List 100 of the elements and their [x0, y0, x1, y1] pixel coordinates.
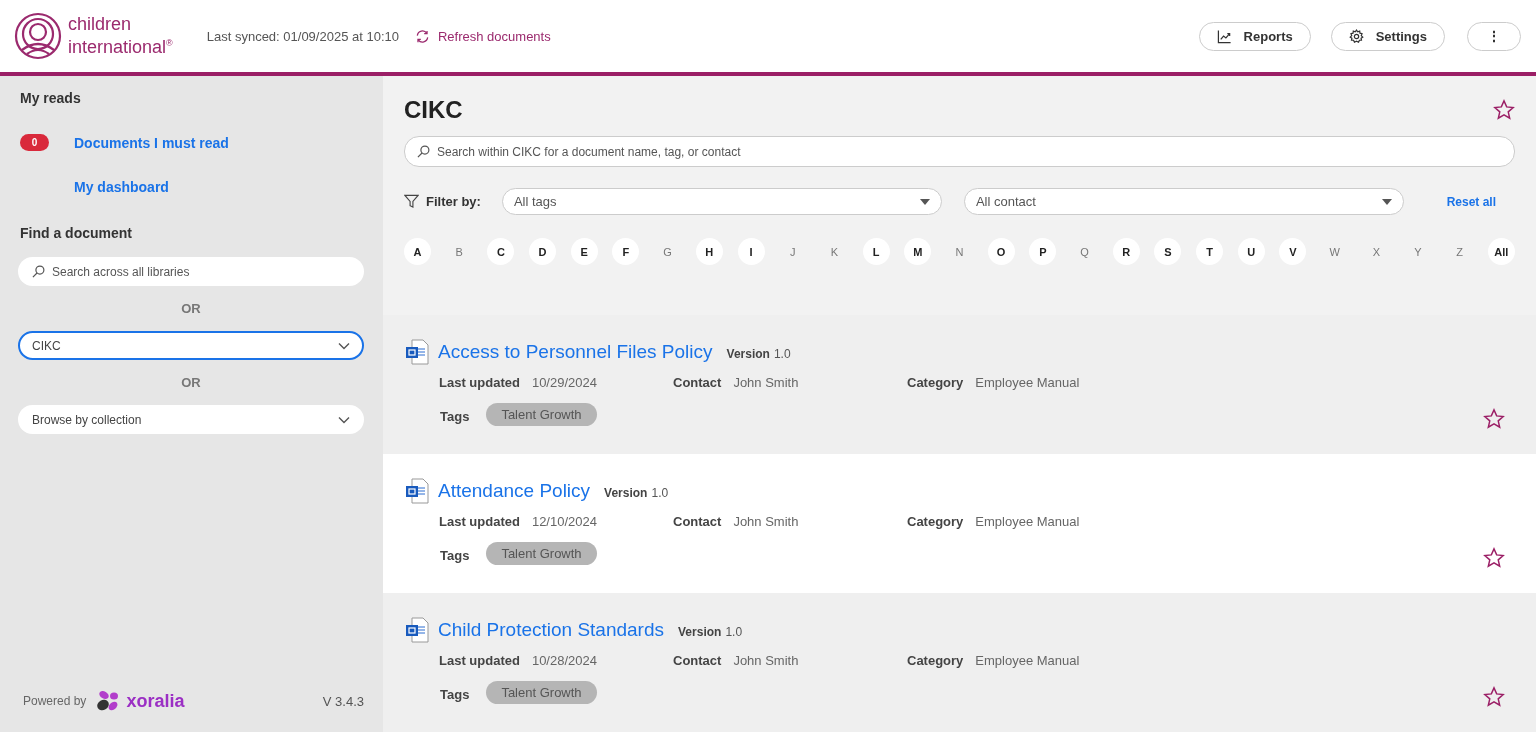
contact-value: John Smith — [733, 514, 799, 529]
favorite-star-icon[interactable] — [1493, 99, 1515, 121]
chevron-down-icon — [338, 341, 350, 350]
refresh-icon — [415, 28, 430, 44]
date-value: 10/29/2024 — [531, 375, 597, 390]
sidebar-link[interactable]: Documents I must read — [74, 134, 229, 151]
letter-filter[interactable]: C — [487, 238, 515, 265]
library-dropdown[interactable]: CIKC — [18, 331, 364, 360]
field-label: Version — [678, 624, 722, 639]
tag-chip[interactable]: Talent Growth — [486, 681, 597, 704]
field-label: Contact — [673, 653, 722, 668]
field-label: Tags — [440, 687, 470, 702]
section-heading: Find a document — [20, 225, 133, 241]
line-chart-icon — [1216, 28, 1232, 44]
document-title-link[interactable]: Attendance Policy — [438, 480, 591, 502]
letter-filter[interactable]: T — [1196, 238, 1224, 265]
logo-icon — [14, 12, 62, 60]
field-label: Category — [907, 653, 964, 668]
field-label: Category — [907, 375, 964, 390]
letter-filter[interactable]: Q — [1071, 238, 1098, 265]
search-field[interactable]: Search across all libraries — [18, 257, 364, 286]
section-heading: My reads — [20, 90, 82, 106]
search-field[interactable]: Search within CIKC for a document name, tag, or contact — [404, 136, 1515, 167]
powered-by-text: Powered by — [23, 694, 87, 708]
word-document-icon — [405, 617, 429, 643]
letter-filter[interactable]: All — [1487, 238, 1515, 265]
reports-button[interactable]: Reports — [1198, 21, 1311, 51]
letter-filter[interactable]: X — [1362, 238, 1390, 265]
letter-filter[interactable]: L — [862, 238, 890, 265]
category-value: Employee Manual — [975, 375, 1080, 390]
letter-filter[interactable]: Z — [1446, 238, 1474, 265]
logo-text: children international$^{®}$ — [68, 15, 173, 57]
tags-dropdown[interactable]: All tags — [501, 188, 942, 215]
letter-filter[interactable]: F — [612, 238, 640, 265]
favorite-star-icon[interactable] — [1483, 686, 1505, 708]
refresh-link[interactable]: Refresh documents — [415, 28, 551, 44]
category-value: Employee Manual — [975, 653, 1080, 668]
filter-label: Filter by: — [426, 194, 481, 209]
date-value: 10/28/2024 — [531, 653, 597, 668]
letter-filter[interactable]: I — [737, 238, 765, 265]
version-value: 1.0 — [651, 485, 669, 500]
collection-dropdown[interactable]: Browse by collection — [18, 405, 364, 434]
word-document-icon — [405, 339, 429, 365]
letter-filter[interactable]: E — [570, 238, 598, 265]
search-icon — [32, 265, 45, 278]
letter-filter[interactable]: J — [779, 238, 807, 265]
or-divider-text: OR — [181, 375, 201, 390]
field-label: Tags — [440, 548, 470, 563]
favorite-star-icon[interactable] — [1483, 547, 1505, 569]
filter-icon — [404, 194, 419, 209]
contact-value: John Smith — [733, 653, 799, 668]
letter-filter[interactable]: N — [945, 238, 973, 265]
letter-filter[interactable]: D — [529, 238, 557, 265]
library-title: CIKC — [404, 96, 463, 124]
word-document-icon — [405, 478, 429, 504]
document-title-link[interactable]: Access to Personnel Files Policy — [438, 341, 713, 363]
search-icon — [417, 145, 430, 158]
brand-name: xoralia — [126, 690, 185, 712]
field-label: Version — [604, 485, 648, 500]
chevron-down-icon — [338, 415, 350, 424]
field-label: Category — [907, 514, 964, 529]
field-label: Contact — [673, 514, 722, 529]
sidebar-link[interactable]: My dashboard — [74, 179, 169, 195]
letter-filter[interactable]: Y — [1404, 238, 1432, 265]
caret-icon — [1381, 198, 1392, 205]
letter-filter[interactable]: A — [404, 238, 431, 265]
letter-filter[interactable]: G — [654, 238, 682, 265]
count-badge: 0 — [20, 134, 49, 151]
letter-filter[interactable]: W — [1321, 238, 1349, 265]
or-divider-text: OR — [181, 301, 201, 316]
more-button[interactable]: ⋮ — [1467, 21, 1521, 51]
version-value: 1.0 — [773, 346, 791, 361]
date-value: 12/10/2024 — [531, 514, 597, 529]
settings-button[interactable]: Settings — [1330, 21, 1445, 51]
category-value: Employee Manual — [975, 514, 1080, 529]
reset-link[interactable]: Reset all — [1446, 194, 1496, 209]
document-title-link[interactable]: Child Protection Standards — [438, 619, 664, 641]
settings-icon — [1348, 28, 1364, 44]
letter-filter[interactable]: B — [445, 238, 473, 265]
version-text: V 3.4.3 — [322, 693, 364, 709]
letter-filter[interactable]: U — [1237, 238, 1265, 265]
tag-chip[interactable]: Talent Growth — [486, 542, 597, 565]
field-label: Version — [726, 346, 770, 361]
letter-filter[interactable]: H — [695, 238, 723, 265]
field-label: Last updated — [439, 514, 520, 529]
version-value: 1.0 — [725, 624, 743, 639]
letter-filter[interactable]: M — [904, 238, 932, 265]
contact-dropdown[interactable]: All contact — [963, 188, 1404, 215]
letter-filter[interactable]: S — [1154, 238, 1182, 265]
letter-filter[interactable]: O — [987, 238, 1015, 265]
letter-filter[interactable]: P — [1029, 238, 1057, 265]
letter-filter[interactable]: K — [820, 238, 848, 265]
tag-chip[interactable]: Talent Growth — [486, 403, 597, 426]
letter-filter[interactable]: V — [1279, 238, 1307, 265]
favorite-star-icon[interactable] — [1483, 408, 1505, 430]
caret-icon — [919, 198, 930, 205]
field-label: Contact — [673, 375, 722, 390]
letter-filter[interactable]: R — [1112, 238, 1140, 265]
field-label: Tags — [440, 409, 470, 424]
field-label: Last updated — [439, 653, 520, 668]
